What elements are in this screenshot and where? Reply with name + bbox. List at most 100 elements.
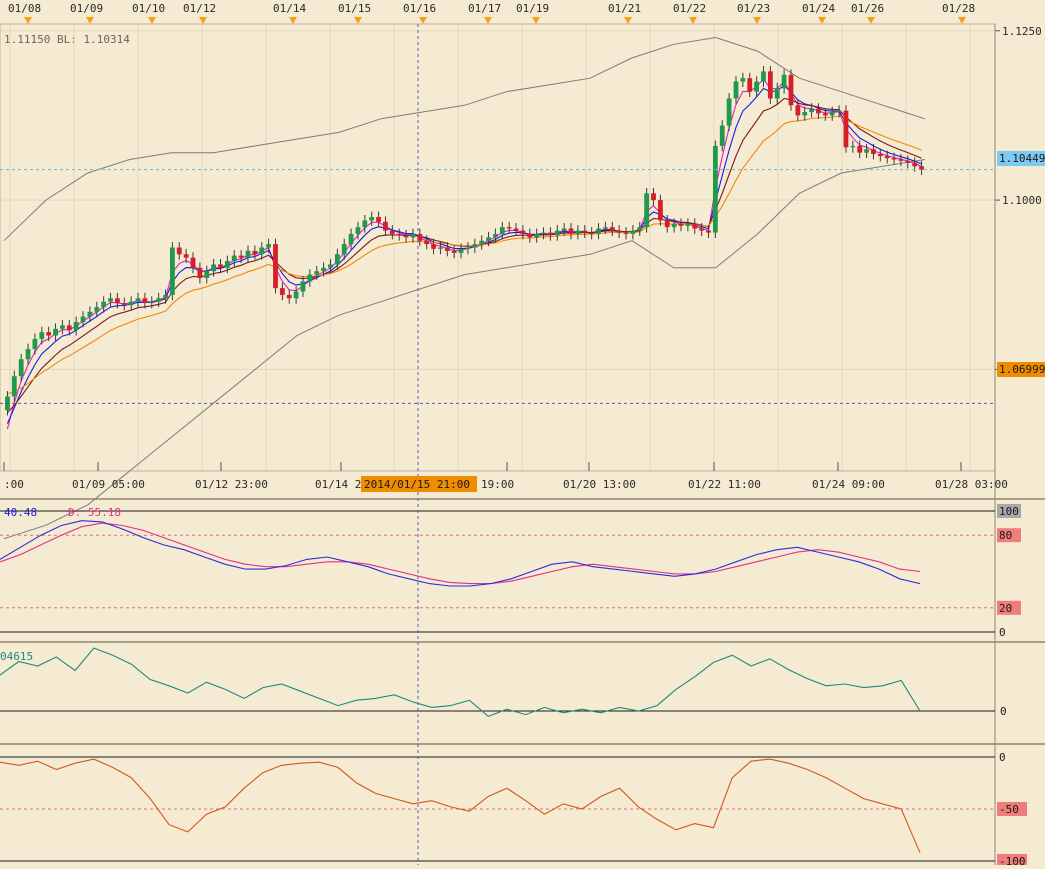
candle-body — [60, 325, 65, 329]
candle-body — [355, 227, 361, 234]
candle-body — [781, 74, 787, 89]
candle-body — [527, 233, 533, 238]
candle-body — [520, 230, 526, 234]
ohlc-readout: 1.11150 BL: 1.10314 — [4, 33, 130, 46]
date-mark-label: 01/16 — [403, 2, 436, 15]
candle-body — [671, 223, 677, 228]
candle-body — [101, 301, 107, 308]
candle-body — [431, 244, 436, 249]
candle-body — [362, 220, 368, 228]
date-mark-arrow — [818, 17, 826, 24]
candle-body — [176, 247, 182, 255]
candle-body — [486, 237, 491, 241]
candle-body — [190, 257, 196, 268]
candle-body — [87, 311, 93, 317]
candle-body — [575, 230, 581, 234]
candle-body — [286, 294, 292, 299]
time-tick-label: 01/20 13:00 — [563, 478, 636, 491]
candle-body — [602, 227, 608, 229]
candle-body — [80, 316, 86, 322]
time-tick-label: :00 — [4, 478, 24, 491]
candle-body — [788, 74, 794, 106]
candle-body — [541, 232, 546, 234]
candle-body — [32, 338, 38, 350]
candle-body — [919, 166, 924, 170]
date-mark-label: 01/28 — [942, 2, 975, 15]
chart-svg: 1.11150 BL: 1.10314 01/08 01/09 01/10 01/12… — [0, 2, 1045, 868]
stochastic-panel: 100 80 20 0 — [0, 504, 1021, 639]
candle-body — [218, 264, 223, 268]
candle-body — [898, 159, 904, 161]
date-mark-arrow — [354, 17, 362, 24]
candle-body — [664, 220, 670, 228]
candle-body — [651, 193, 656, 201]
time-tick-label: 01/22 11:00 — [688, 478, 761, 491]
candle-body — [121, 303, 127, 306]
date-mark-arrow — [24, 17, 32, 24]
date-mark-arrow — [532, 17, 540, 24]
candle-body — [905, 160, 911, 163]
date-mark-label: 01/23 — [737, 2, 770, 15]
candle-body — [644, 193, 650, 228]
candle-body — [238, 255, 244, 258]
candle-body — [829, 112, 835, 116]
date-mark-label: 01/21 — [608, 2, 641, 15]
candle-body — [554, 230, 560, 236]
candle-body — [108, 298, 113, 302]
candle-body — [94, 307, 100, 312]
trading-chart: 1.11150 BL: 1.10314 01/08 01/09 01/10 01/12… — [0, 0, 1045, 868]
candle-body — [66, 325, 72, 331]
candle-body — [877, 154, 883, 157]
candle-body — [582, 230, 588, 233]
candle-body — [561, 228, 567, 231]
stochastic-level-label: 100 — [999, 505, 1019, 518]
candle-body — [726, 98, 732, 126]
date-mark-arrow — [419, 17, 427, 24]
candle-body — [472, 244, 478, 248]
candle-body — [18, 359, 24, 377]
stochastic-d-line — [0, 522, 921, 585]
candle-body — [11, 376, 17, 397]
candle-body — [259, 247, 265, 255]
candle-body — [864, 149, 869, 153]
time-tick-label: 01/14 2 — [315, 478, 361, 491]
candle-body — [754, 81, 760, 92]
candle-body — [204, 271, 210, 278]
candle-body — [156, 298, 162, 302]
candle-body — [424, 240, 430, 245]
date-mark-label: 01/24 — [802, 2, 835, 15]
top-date-marks: 01/08 01/09 01/10 01/12 01/14 01/15 01/16 01/17… — [8, 2, 975, 24]
candle-body — [822, 113, 828, 116]
price-tick-label: 1.1000 — [1002, 194, 1042, 207]
candle-body — [321, 267, 327, 272]
candle-body — [836, 110, 842, 113]
date-mark-arrow — [199, 17, 207, 24]
candle-body — [719, 125, 725, 146]
candle-body — [871, 149, 876, 155]
candle-body — [513, 228, 519, 231]
candle-body — [293, 291, 299, 299]
candle-body — [609, 227, 615, 231]
wpr-level-label: -50 — [999, 803, 1019, 816]
candle-body — [224, 261, 230, 268]
time-tick-label: 01/28 03:00 — [935, 478, 1008, 491]
candle-body — [348, 233, 354, 245]
candle-body — [499, 227, 505, 234]
candle-body — [231, 255, 237, 262]
candle-body — [912, 162, 918, 167]
date-mark-arrow — [86, 17, 94, 24]
date-mark-label: 01/17 — [468, 2, 501, 15]
candle-body — [300, 281, 306, 292]
candle-body — [589, 232, 595, 234]
cci-panel: 0 — [0, 647, 1007, 718]
candle-body — [396, 233, 402, 236]
candle-body — [493, 233, 498, 238]
candle-body — [740, 78, 746, 82]
date-mark-label: 01/19 — [516, 2, 549, 15]
candle-body — [273, 244, 278, 289]
date-mark-arrow — [753, 17, 761, 24]
date-mark-arrow — [689, 17, 697, 24]
cursor-price-label: 1.06999 — [999, 363, 1045, 376]
candle-body — [623, 232, 629, 234]
candle-body — [657, 200, 663, 221]
